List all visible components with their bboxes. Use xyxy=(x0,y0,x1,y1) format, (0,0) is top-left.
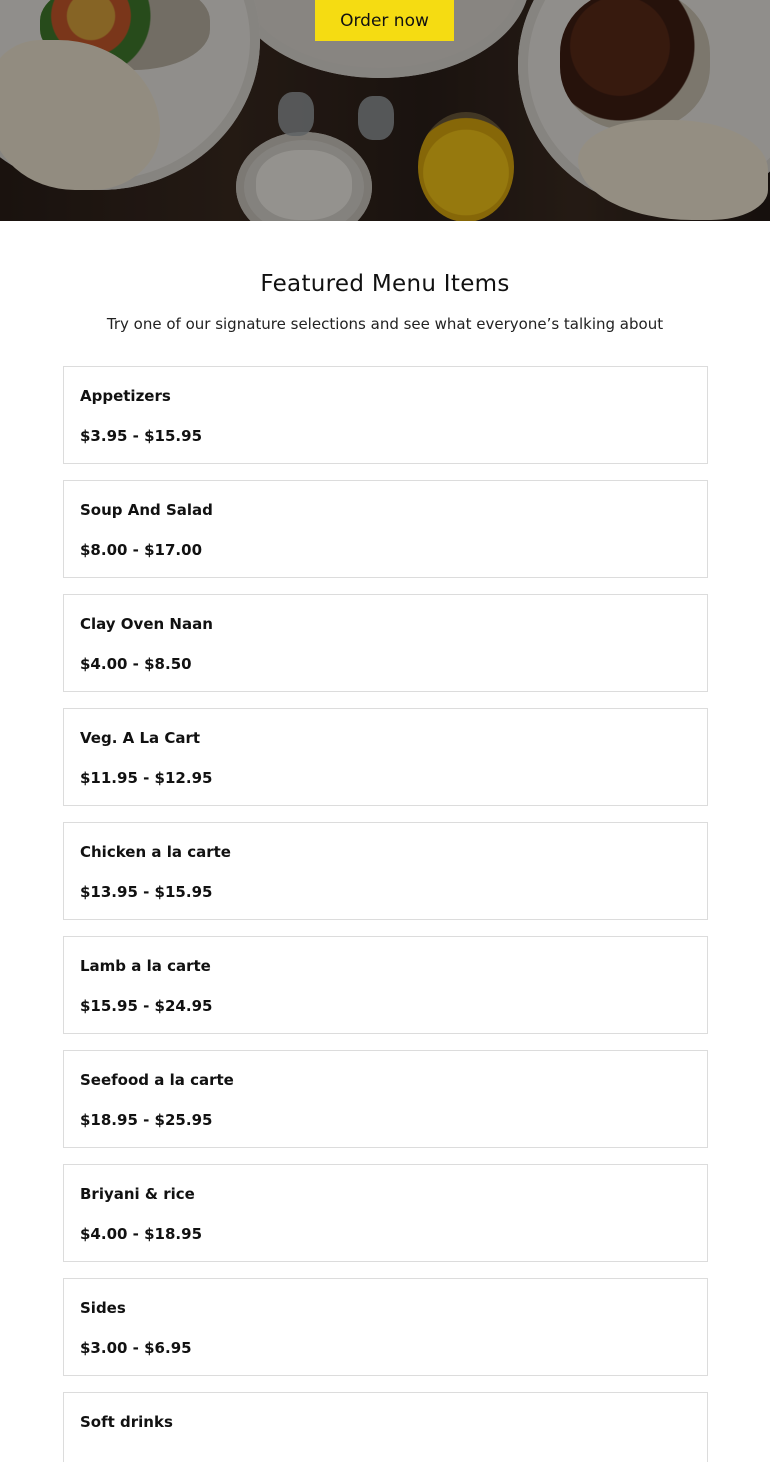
menu-category-card[interactable]: Soft drinks xyxy=(63,1392,708,1462)
category-price: $11.95 - $12.95 xyxy=(80,769,213,787)
category-name: Sides xyxy=(80,1299,126,1317)
menu-category-card[interactable]: Clay Oven Naan $4.00 - $8.50 xyxy=(63,594,708,692)
category-name: Seefood a la carte xyxy=(80,1071,234,1089)
menu-category-card[interactable]: Appetizers $3.95 - $15.95 xyxy=(63,366,708,464)
section-subtitle: Try one of our signature selections and … xyxy=(106,315,664,333)
category-price: $18.95 - $25.95 xyxy=(80,1111,213,1129)
section-title: Featured Menu Items xyxy=(260,271,510,297)
menu-category-card[interactable]: Sides $3.00 - $6.95 xyxy=(63,1278,708,1376)
featured-menu-section: Featured Menu Items Try one of our signa… xyxy=(0,271,770,1462)
category-price: $3.00 - $6.95 xyxy=(80,1339,192,1357)
category-price: $15.95 - $24.95 xyxy=(80,997,213,1015)
category-name: Soup And Salad xyxy=(80,501,213,519)
category-price: $3.95 - $15.95 xyxy=(80,427,202,445)
menu-category-card[interactable]: Lamb a la carte $15.95 - $24.95 xyxy=(63,936,708,1034)
category-name: Appetizers xyxy=(80,387,171,405)
menu-category-card[interactable]: Chicken a la carte $13.95 - $15.95 xyxy=(63,822,708,920)
hero-banner: Order now xyxy=(0,0,770,221)
menu-category-card[interactable]: Veg. A La Cart $11.95 - $12.95 xyxy=(63,708,708,806)
order-now-button[interactable]: Order now xyxy=(315,0,454,41)
category-price: $13.95 - $15.95 xyxy=(80,883,213,901)
menu-category-card[interactable]: Briyani & rice $4.00 - $18.95 xyxy=(63,1164,708,1262)
category-name: Chicken a la carte xyxy=(80,843,231,861)
category-name: Clay Oven Naan xyxy=(80,615,213,633)
category-name: Soft drinks xyxy=(80,1413,173,1431)
category-price: $4.00 - $18.95 xyxy=(80,1225,202,1243)
category-price: $4.00 - $8.50 xyxy=(80,655,192,673)
category-name: Lamb a la carte xyxy=(80,957,211,975)
menu-category-card[interactable]: Soup And Salad $8.00 - $17.00 xyxy=(63,480,708,578)
category-price: $8.00 - $17.00 xyxy=(80,541,202,559)
category-name: Veg. A La Cart xyxy=(80,729,201,747)
menu-category-list: Appetizers $3.95 - $15.95 Soup And Salad… xyxy=(0,366,770,1462)
menu-category-card[interactable]: Seefood a la carte $18.95 - $25.95 xyxy=(63,1050,708,1148)
category-name: Briyani & rice xyxy=(80,1185,195,1203)
